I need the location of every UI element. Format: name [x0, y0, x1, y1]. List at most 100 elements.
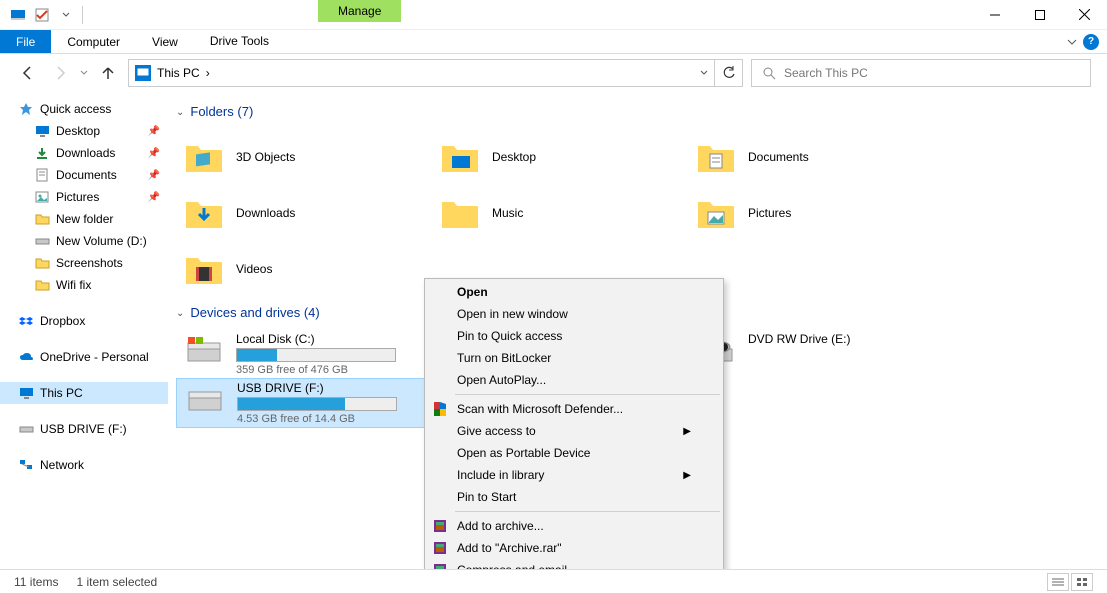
tab-computer[interactable]: Computer	[51, 30, 136, 53]
forward-button[interactable]	[48, 61, 72, 85]
folder-label: Music	[492, 206, 523, 220]
folder-item[interactable]: Music	[432, 185, 688, 241]
qat-properties-icon[interactable]	[34, 7, 50, 23]
folder-icon	[34, 277, 50, 293]
menu-item[interactable]: Turn on BitLocker	[427, 347, 721, 369]
status-selected: 1 item selected	[76, 575, 157, 589]
close-button[interactable]	[1062, 0, 1107, 29]
sidebar-item-label: This PC	[40, 386, 83, 400]
sidebar-item[interactable]: New Volume (D:)	[0, 230, 168, 252]
chevron-down-icon[interactable]: ⌄	[176, 107, 184, 118]
up-button[interactable]	[96, 61, 120, 85]
tab-view[interactable]: View	[136, 30, 194, 53]
chevron-right-icon[interactable]: ›	[206, 66, 210, 80]
folder-icon	[34, 211, 50, 227]
folder-label: Documents	[748, 150, 809, 164]
address-dropdown-icon[interactable]	[700, 69, 708, 77]
sidebar-item[interactable]: Downloads📌	[0, 142, 168, 164]
sidebar-this-pc[interactable]: This PC	[0, 382, 168, 404]
menu-item[interactable]: Open as Portable Device	[427, 442, 721, 464]
sidebar-item[interactable]: Wifi fix	[0, 274, 168, 296]
folder-label: Desktop	[492, 150, 536, 164]
capacity-bar	[236, 348, 396, 362]
menu-item-label: Pin to Quick access	[457, 329, 562, 343]
address-bar: This PC › Search This PC	[0, 54, 1107, 92]
details-view-button[interactable]	[1047, 573, 1069, 591]
menu-item[interactable]: Give access to▶	[427, 420, 721, 442]
folder-item[interactable]: Desktop	[432, 129, 688, 185]
drive-item[interactable]: USB DRIVE (F:)4.53 GB free of 14.4 GB	[176, 378, 432, 428]
ribbon-expand-icon[interactable]	[1067, 37, 1077, 47]
sidebar-item-label: USB DRIVE (F:)	[40, 422, 127, 436]
context-menu: OpenOpen in new window Pin to Quick acces…	[424, 278, 724, 569]
sidebar-item[interactable]: Desktop📌	[0, 120, 168, 142]
folder-item[interactable]: Pictures	[688, 185, 944, 241]
sidebar-dropbox[interactable]: Dropbox	[0, 310, 168, 332]
divider	[82, 6, 83, 24]
folder-item[interactable]: 3D Objects	[176, 129, 432, 185]
folder-icon	[696, 139, 736, 175]
menu-item[interactable]: Add to "Archive.rar"	[427, 537, 721, 559]
section-folders[interactable]: ⌄ Folders (7)	[176, 100, 1107, 129]
ribbon-tabs: File Computer View Drive Tools ?	[0, 30, 1107, 54]
pin-icon: 📌	[148, 170, 160, 181]
menu-item[interactable]: Pin to Quick access	[427, 325, 721, 347]
drive-icon	[184, 332, 224, 368]
menu-item[interactable]: Open AutoPlay...	[427, 369, 721, 391]
sidebar-onedrive[interactable]: OneDrive - Personal	[0, 346, 168, 368]
recent-dropdown-icon[interactable]	[80, 69, 88, 77]
menu-item[interactable]: Open in new window	[427, 303, 721, 325]
sidebar-item[interactable]: New folder	[0, 208, 168, 230]
qat-dropdown-icon[interactable]	[58, 7, 74, 23]
menu-item[interactable]: Include in library▶	[427, 464, 721, 486]
folder-item[interactable]: Downloads	[176, 185, 432, 241]
address-field[interactable]: This PC ›	[128, 59, 715, 87]
icons-view-button[interactable]	[1071, 573, 1093, 591]
sidebar-item[interactable]: Screenshots	[0, 252, 168, 274]
search-placeholder: Search This PC	[784, 66, 868, 80]
sidebar-usb-drive[interactable]: USB DRIVE (F:)	[0, 418, 168, 440]
search-field[interactable]: Search This PC	[751, 59, 1091, 87]
menu-item[interactable]: Pin to Start	[427, 486, 721, 508]
context-tab-manage[interactable]: Manage	[318, 0, 401, 22]
folder-icon	[696, 195, 736, 231]
sidebar-item-label: Downloads	[56, 146, 115, 160]
window-controls	[972, 0, 1107, 29]
drive-item[interactable]: DVDDVD RW Drive (E:)	[688, 330, 944, 378]
pictures-icon	[34, 189, 50, 205]
app-icon	[10, 7, 26, 23]
menu-item-label: Scan with Microsoft Defender...	[457, 402, 623, 416]
drive-icon	[185, 381, 225, 417]
refresh-button[interactable]	[715, 59, 743, 87]
sidebar-item[interactable]: Pictures📌	[0, 186, 168, 208]
file-tab[interactable]: File	[0, 30, 51, 53]
menu-item[interactable]: Open	[427, 281, 721, 303]
help-icon[interactable]: ?	[1083, 34, 1099, 50]
sidebar-network[interactable]: Network	[0, 454, 168, 476]
folder-item[interactable]: Documents	[688, 129, 944, 185]
sidebar-item[interactable]: Documents📌	[0, 164, 168, 186]
folder-icon	[34, 255, 50, 271]
back-button[interactable]	[16, 61, 40, 85]
menu-item[interactable]: Compress and email...	[427, 559, 721, 569]
shield-icon	[431, 400, 449, 418]
breadcrumb[interactable]: This PC	[157, 66, 200, 80]
desktop-icon	[34, 123, 50, 139]
sidebar-item-label: Network	[40, 458, 84, 472]
section-label: Devices and drives	[190, 305, 300, 320]
drive-item[interactable]: Local Disk (C:)359 GB free of 476 GB	[176, 330, 432, 378]
documents-icon	[34, 167, 50, 183]
maximize-button[interactable]	[1017, 0, 1062, 29]
minimize-button[interactable]	[972, 0, 1017, 29]
sidebar-quick-access[interactable]: Quick access	[0, 98, 168, 120]
search-icon	[762, 66, 776, 80]
menu-item[interactable]: Add to archive...	[427, 515, 721, 537]
rar-icon	[431, 517, 449, 535]
sidebar-item-label: Desktop	[56, 124, 100, 138]
cloud-icon	[18, 349, 34, 365]
context-group-drive-tools[interactable]: Drive Tools	[200, 30, 279, 53]
chevron-right-icon: ▶	[683, 426, 691, 437]
menu-item[interactable]: Scan with Microsoft Defender...	[427, 398, 721, 420]
folder-item[interactable]: Videos	[176, 241, 432, 297]
chevron-down-icon[interactable]: ⌄	[176, 308, 184, 319]
